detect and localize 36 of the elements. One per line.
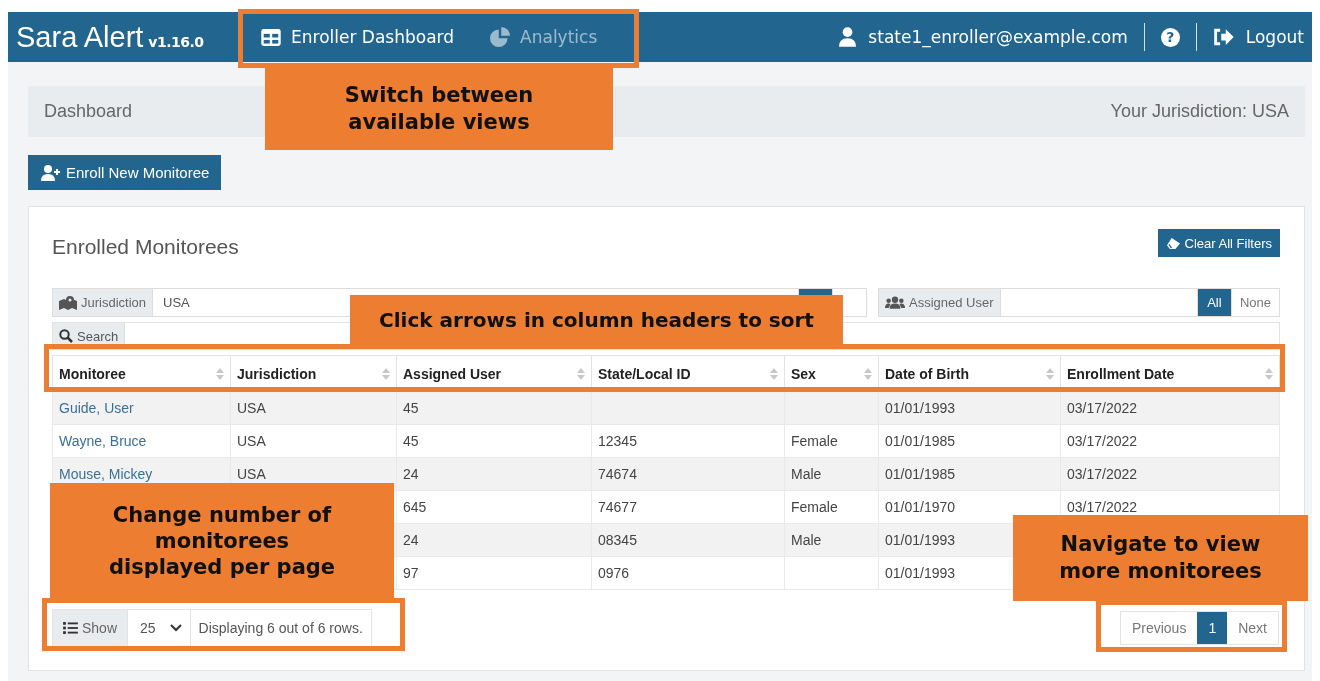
filter-label: Jurisdiction xyxy=(53,289,154,316)
table-cell: 01/01/1985 xyxy=(878,457,1061,491)
table-cell: 03/17/2022 xyxy=(1060,391,1280,425)
breadcrumb-title: Dashboard xyxy=(44,101,133,122)
card-title: Enrolled Monitorees xyxy=(52,235,239,259)
table-cell: 24 xyxy=(396,457,592,491)
table-cell: 74674 xyxy=(591,457,785,491)
table-cell: USA xyxy=(230,391,397,425)
table-cell: 01/01/1985 xyxy=(878,424,1061,458)
jurisdiction-label: Your Jurisdiction: USA xyxy=(1110,101,1289,122)
table-cell: 01/01/1993 xyxy=(878,391,1061,425)
table-cell: 45 xyxy=(396,391,592,425)
table-cell: 03/17/2022 xyxy=(1060,424,1280,458)
row-count-label: Displaying 6 out of 6 rows. xyxy=(197,619,364,638)
table-cell: 0976 xyxy=(591,556,785,590)
app-title: Sara Alert xyxy=(16,20,144,54)
table-cell: Male xyxy=(784,523,879,557)
table-cell: 74677 xyxy=(591,490,785,524)
table-cell: 45 xyxy=(396,424,592,458)
table-cell: 645 xyxy=(396,490,592,524)
table-cell: Female xyxy=(784,424,879,458)
show-label: Show xyxy=(53,610,129,646)
table-cell: 97 xyxy=(396,556,592,590)
hint-tooltip: Change number of monitorees displayed per page xyxy=(50,483,394,599)
table-cell: USA xyxy=(230,424,397,458)
table-cell: 24 xyxy=(396,523,592,557)
table-cell: Female xyxy=(784,490,879,524)
version-label: v1.16.0 xyxy=(148,33,204,50)
hint-tooltip: Navigate to view more monitorees xyxy=(1013,515,1308,601)
table-cell: 08345 xyxy=(591,523,785,557)
filter-label: Assigned User xyxy=(879,289,1001,316)
table-cell: 03/17/2022 xyxy=(1060,457,1280,491)
hint-tooltip: Switch between available views xyxy=(265,68,613,150)
table-cell: 12345 xyxy=(591,424,785,458)
table-cell: Male xyxy=(784,457,879,491)
hint-tooltip: Click arrows in column headers to sort xyxy=(350,295,843,344)
